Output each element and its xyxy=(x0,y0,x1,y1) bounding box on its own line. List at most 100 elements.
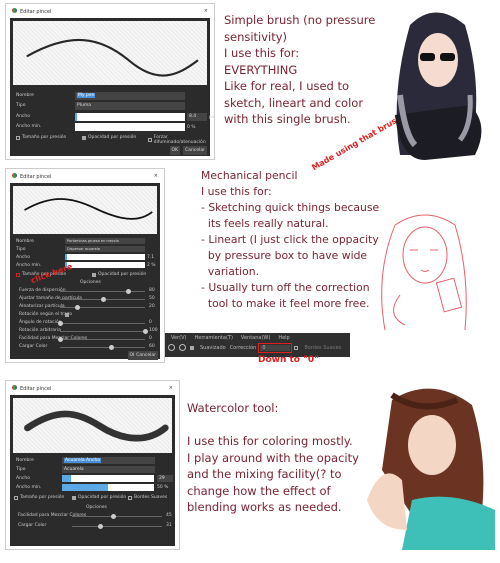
name-label: Nombre xyxy=(16,239,34,244)
opacity-pressure-checkbox[interactable]: Opacidad por presión xyxy=(92,272,146,277)
force-blur-checkbox[interactable]: Forzar difuminado/atenuación xyxy=(148,135,210,145)
minwidth-value: 50 % xyxy=(157,485,169,490)
stroke-preview xyxy=(13,398,172,453)
minwidth-slider[interactable] xyxy=(75,123,185,131)
stroke-preview xyxy=(13,186,157,234)
correccion-label: Corrección xyxy=(229,344,257,351)
option-value: 50 xyxy=(149,296,155,301)
slider-handle[interactable] xyxy=(58,337,63,342)
slider-handle[interactable] xyxy=(100,297,106,302)
ok-button[interactable]: OK xyxy=(169,146,180,155)
minwidth-label: Ancho mín. xyxy=(16,124,42,129)
option-slider[interactable] xyxy=(58,337,145,342)
app-icon xyxy=(12,172,17,178)
width-unit: px xyxy=(209,115,215,120)
option-value: 31 xyxy=(166,523,172,528)
minwidth-value: 2 % xyxy=(147,263,156,268)
settings-icon[interactable] xyxy=(168,344,175,351)
slider-handle[interactable] xyxy=(109,345,114,350)
app-toolbar: Ver(V) Herramienta(T) Ventana(W) Help Suavi… xyxy=(165,333,350,357)
option-slider[interactable] xyxy=(60,289,145,294)
menu-item[interactable]: Herramienta(T) xyxy=(195,335,233,341)
note-watercolor: Watercolor tool: I use this for coloring… xyxy=(187,401,359,514)
bordes-suaves-checkbox[interactable]: Bordes Suaves xyxy=(304,345,341,351)
brush-dialog-simple: Editar pincel × Nombre My pen Tipo Pluma … xyxy=(5,3,215,160)
option-label: Cargar Color xyxy=(19,344,48,349)
option-value: 80 xyxy=(149,288,155,293)
opacity-pressure-checkbox[interactable]: Opacidad por presión xyxy=(72,495,126,500)
option-slider[interactable] xyxy=(72,524,162,529)
illustration-watercolor-girl xyxy=(367,388,495,550)
option-slider[interactable] xyxy=(60,329,148,334)
slider-handle[interactable] xyxy=(58,321,63,326)
option-slider[interactable] xyxy=(60,297,145,302)
name-label: Nombre xyxy=(16,93,34,98)
app-icon xyxy=(12,7,17,13)
option-slider[interactable] xyxy=(60,345,145,350)
dialog-title: Editar pincel xyxy=(20,385,52,392)
type-select[interactable]: Dispersar acuarela xyxy=(65,246,145,252)
width-label: Ancho xyxy=(16,114,31,119)
width-value: 7.1 xyxy=(147,255,155,260)
menu-item[interactable]: Ver(V) xyxy=(171,335,187,341)
close-button[interactable]: × xyxy=(169,385,173,391)
correccion-select[interactable]: 0 xyxy=(258,342,293,353)
soft-edges-checkbox[interactable]: Bordes Suaves xyxy=(128,495,167,500)
minwidth-slider[interactable] xyxy=(65,262,145,268)
suavizado-checkbox[interactable]: Suavizado xyxy=(200,345,226,351)
menu-item[interactable]: Help xyxy=(278,335,289,341)
close-button[interactable]: × xyxy=(154,173,158,179)
width-input[interactable]: 29 xyxy=(157,475,173,482)
name-input[interactable]: Portaminas grueso en mezcla xyxy=(65,238,145,244)
brush-dialog-pencil: Editar pincel × Nombre Portaminas grueso … xyxy=(5,168,165,363)
type-label: Tipo xyxy=(16,467,26,472)
slider-handle[interactable] xyxy=(97,524,103,529)
minwidth-label: Ancho mín. xyxy=(16,263,42,268)
note-mechanical-pencil: Mechanical pencil I use this for: - Sket… xyxy=(201,169,380,310)
option-slider[interactable] xyxy=(60,305,145,310)
note-simple-brush: Simple brush (no pressure sensitivity) I… xyxy=(224,13,376,126)
option-label: Fuerza de dispersión xyxy=(19,288,66,293)
app-icon xyxy=(12,384,17,390)
type-label: Tipo xyxy=(16,103,26,108)
illustration-sunglasses-girl xyxy=(395,12,482,160)
slider-handle[interactable] xyxy=(75,305,80,310)
annotation-down-to-zero: Down to "0" xyxy=(258,355,319,365)
option-value: 45 xyxy=(166,513,172,518)
width-slider[interactable] xyxy=(75,113,185,121)
name-input[interactable]: My pen xyxy=(75,92,185,100)
option-label: Rotación arbitraria xyxy=(19,328,61,333)
cancel-button[interactable]: Cancelar xyxy=(134,351,158,360)
options-heading: Opciones xyxy=(80,280,101,285)
cancel-button[interactable]: Cancelar xyxy=(183,146,207,155)
option-checkbox[interactable] xyxy=(65,313,69,317)
width-slider[interactable] xyxy=(65,254,145,260)
option-value: 20 xyxy=(149,304,155,309)
width-label: Ancho xyxy=(16,255,31,260)
close-button[interactable]: × xyxy=(204,8,208,14)
option-slider[interactable] xyxy=(58,321,145,326)
brush-dialog-watercolor: Editar pincel × Nombre Acuarela Ancha Tip… xyxy=(5,380,180,550)
dialog-title: Editar pincel xyxy=(20,173,52,180)
width-slider[interactable] xyxy=(62,475,154,482)
name-input[interactable]: Acuarela Ancha xyxy=(62,457,155,464)
reset-icon[interactable] xyxy=(179,344,186,351)
minwidth-slider[interactable] xyxy=(62,484,154,491)
width-input[interactable]: 8.4 xyxy=(187,113,207,121)
option-label: Aleatorizar partícula xyxy=(19,304,65,309)
width-label: Ancho xyxy=(16,476,31,481)
opacity-pressure-checkbox[interactable]: Opacidad por presión xyxy=(82,135,136,140)
name-label: Nombre xyxy=(16,458,34,463)
slider-handle[interactable] xyxy=(126,289,131,294)
slider-handle[interactable] xyxy=(143,329,148,334)
menu-item[interactable]: Ventana(W) xyxy=(241,335,270,341)
illustration-sketch-girl xyxy=(381,214,467,331)
minwidth-value: 0 % xyxy=(187,125,196,130)
options-heading: Opciones xyxy=(86,505,107,510)
size-pressure-checkbox[interactable]: Tamaño por presión xyxy=(14,495,64,500)
option-slider[interactable] xyxy=(72,514,162,519)
size-pressure-checkbox[interactable]: Tamaño por presión xyxy=(16,135,66,140)
type-select[interactable]: Pluma xyxy=(75,102,185,110)
type-select[interactable]: Acuarela xyxy=(62,466,155,473)
slider-handle[interactable] xyxy=(110,514,116,519)
